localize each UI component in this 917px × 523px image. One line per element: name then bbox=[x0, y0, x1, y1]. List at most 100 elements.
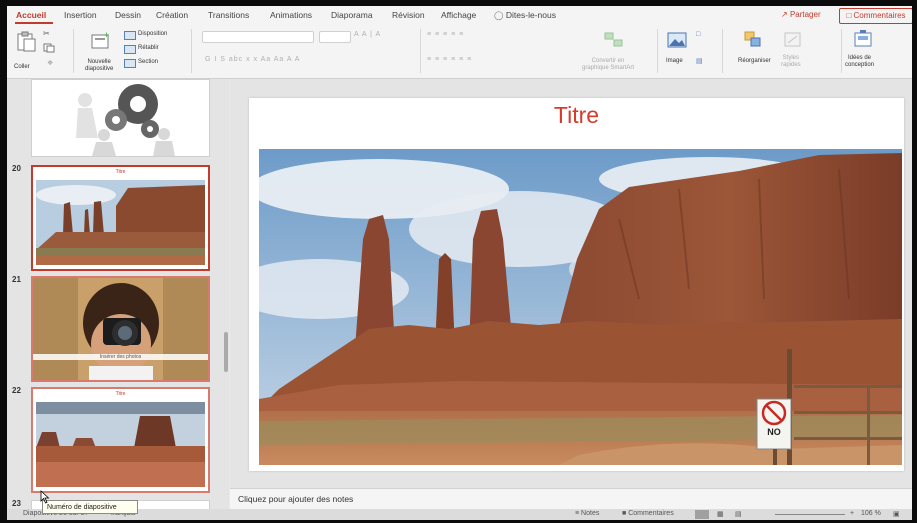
slide-editing-area: Titre NO bbox=[230, 79, 912, 488]
reset-icon bbox=[124, 45, 136, 54]
ribbon-tabs: Accueil Insertion Dessin Création Transi… bbox=[7, 6, 912, 25]
sign-text: NO bbox=[767, 427, 781, 437]
list-indent-icons[interactable]: ≡ ≡ ≡ ≡ ≡ bbox=[427, 31, 464, 38]
section-button[interactable]: Section bbox=[138, 59, 158, 66]
cut-icon[interactable]: ✂ bbox=[43, 29, 51, 38]
separator bbox=[722, 29, 723, 73]
share-icon: ↗ bbox=[781, 10, 788, 19]
notes-toggle[interactable]: ≡ Notes bbox=[575, 510, 599, 517]
quick-styles-label: Styles rapides bbox=[781, 55, 801, 68]
slide-sorter-icon[interactable]: ▦ bbox=[717, 510, 724, 518]
new-slide-label: Nouvelle diapositive bbox=[85, 59, 114, 72]
section-icon bbox=[124, 59, 136, 68]
comments-toggle-label: Commentaires bbox=[628, 510, 674, 517]
thumbnail-scrollbar[interactable] bbox=[224, 332, 228, 372]
thumbnail-monument-valley-photo bbox=[36, 180, 205, 265]
zoom-slider[interactable] bbox=[775, 514, 845, 515]
tab-transitions[interactable]: Transitions bbox=[208, 10, 249, 20]
image-label: Image bbox=[666, 58, 683, 64]
comments-button[interactable]: □ Commentaires bbox=[839, 8, 912, 24]
tab-animations[interactable]: Animations bbox=[270, 10, 312, 20]
slide-thumbnail[interactable] bbox=[31, 79, 210, 157]
slide-thumbnail[interactable]: Insérer des photos bbox=[31, 276, 210, 382]
tab-creation[interactable]: Création bbox=[156, 10, 188, 20]
mouse-cursor-icon bbox=[40, 490, 50, 504]
separator bbox=[73, 29, 74, 73]
notes-pane[interactable]: Cliquez pour ajouter des notes bbox=[230, 488, 912, 510]
zoom-level[interactable]: 106 % bbox=[861, 510, 881, 517]
copy-icon[interactable] bbox=[43, 43, 55, 53]
powerpoint-window: Accueil Insertion Dessin Création Transi… bbox=[7, 6, 912, 520]
textbox-icon[interactable]: ▤ bbox=[696, 57, 704, 65]
layout-icon bbox=[124, 31, 136, 40]
share-button[interactable]: ↗ Partager bbox=[781, 10, 821, 19]
thumbnail-caption: Insérer des photos bbox=[33, 354, 208, 360]
design-ideas-icon[interactable] bbox=[852, 29, 874, 51]
separator bbox=[841, 29, 842, 73]
separator bbox=[657, 29, 658, 73]
tab-revision[interactable]: Révision bbox=[392, 10, 425, 20]
svg-text:+: + bbox=[104, 30, 109, 40]
fit-slide-icon[interactable]: ▣ bbox=[893, 510, 900, 518]
font-size-dropdown[interactable] bbox=[319, 31, 351, 43]
paste-icon[interactable] bbox=[15, 30, 37, 52]
slide-number: 20 bbox=[12, 164, 21, 173]
alignment-icons[interactable]: ≡ ≡ ≡ ≡ ≡ ≡ bbox=[427, 56, 472, 63]
reset-button[interactable]: Rétablir bbox=[138, 45, 159, 52]
comments-toggle[interactable]: ■ Commentaires bbox=[622, 510, 674, 517]
quick-styles-icon[interactable] bbox=[782, 30, 804, 50]
paste-label: Coller bbox=[14, 64, 30, 70]
slide-title[interactable]: Titre bbox=[249, 102, 904, 129]
tab-dessin[interactable]: Dessin bbox=[115, 10, 141, 20]
slide-thumbnail-pane: 20 Titre 21 Insérer des photos 22 Titre … bbox=[7, 79, 229, 509]
separator bbox=[420, 29, 421, 73]
separator bbox=[191, 29, 192, 73]
comment-icon: ■ bbox=[622, 510, 627, 517]
slide-number: 21 bbox=[12, 275, 21, 284]
tab-accueil[interactable]: Accueil bbox=[16, 10, 46, 20]
gears-people-illustration bbox=[32, 80, 209, 156]
slide-thumbnail-selected[interactable]: Titre bbox=[31, 165, 210, 271]
arrange-label: Réorganiser bbox=[738, 58, 771, 64]
normal-view-icon[interactable] bbox=[695, 510, 709, 519]
comment-icon: □ bbox=[846, 11, 852, 20]
font-name-dropdown[interactable] bbox=[202, 31, 314, 43]
slide-number: 22 bbox=[12, 386, 21, 395]
image-icon[interactable] bbox=[666, 30, 690, 50]
slide-thumbnail[interactable]: Titre bbox=[31, 387, 210, 493]
tab-diaporama[interactable]: Diaporama bbox=[331, 10, 373, 20]
notes-placeholder[interactable]: Cliquez pour ajouter des notes bbox=[238, 494, 353, 504]
text-formatting-icons[interactable]: G I S abc x x Aa Aa A A bbox=[205, 56, 300, 63]
shapes-icon[interactable]: □ bbox=[696, 31, 701, 38]
notes-icon: ≡ bbox=[575, 510, 580, 517]
tell-me-label: Dites-le-nous bbox=[505, 10, 556, 20]
monument-valley-photo[interactable]: NO bbox=[259, 149, 902, 465]
tell-me-box[interactable]: ◯ Dites-le-nous bbox=[494, 10, 556, 21]
active-tab-underline bbox=[15, 22, 53, 24]
lightbulb-icon: ◯ bbox=[494, 10, 504, 20]
slide-number: 23 bbox=[12, 499, 21, 508]
tab-insertion[interactable]: Insertion bbox=[64, 10, 97, 20]
smartart-icon[interactable] bbox=[603, 30, 625, 50]
format-painter-icon[interactable]: ❖ bbox=[47, 59, 54, 67]
current-slide[interactable]: Titre NO bbox=[249, 98, 904, 471]
thumbnail-title: Titre bbox=[115, 169, 126, 175]
reading-view-icon[interactable]: ▤ bbox=[735, 510, 742, 518]
new-slide-icon[interactable]: + bbox=[90, 30, 112, 52]
thumbnail-buttes-photo bbox=[36, 402, 205, 487]
design-ideas-label: Idées de conception bbox=[845, 55, 875, 68]
ribbon-home: Coller ✂ ❖ + Nouvelle diapositive Dispos… bbox=[7, 25, 912, 79]
arrange-icon[interactable] bbox=[742, 30, 764, 50]
thumbnail-photographer-photo bbox=[33, 278, 208, 380]
comments-label: Commentaires bbox=[853, 11, 906, 20]
share-label: Partager bbox=[789, 10, 821, 19]
tab-affichage[interactable]: Affichage bbox=[441, 10, 476, 20]
tooltip: Numéro de diapositive bbox=[42, 500, 138, 514]
status-bar: Diapositive 20 sur 37 français ≡ Notes ■… bbox=[7, 509, 912, 520]
font-size-controls-icon[interactable]: A A | A bbox=[354, 31, 381, 38]
zoom-in-icon[interactable]: + bbox=[850, 510, 854, 517]
convert-smartart-label: Convertir en graphique SmartArt bbox=[582, 58, 635, 71]
thumbnail-title: Titre bbox=[115, 391, 126, 397]
layout-button[interactable]: Disposition bbox=[138, 31, 167, 38]
notes-toggle-label: Notes bbox=[581, 510, 600, 517]
